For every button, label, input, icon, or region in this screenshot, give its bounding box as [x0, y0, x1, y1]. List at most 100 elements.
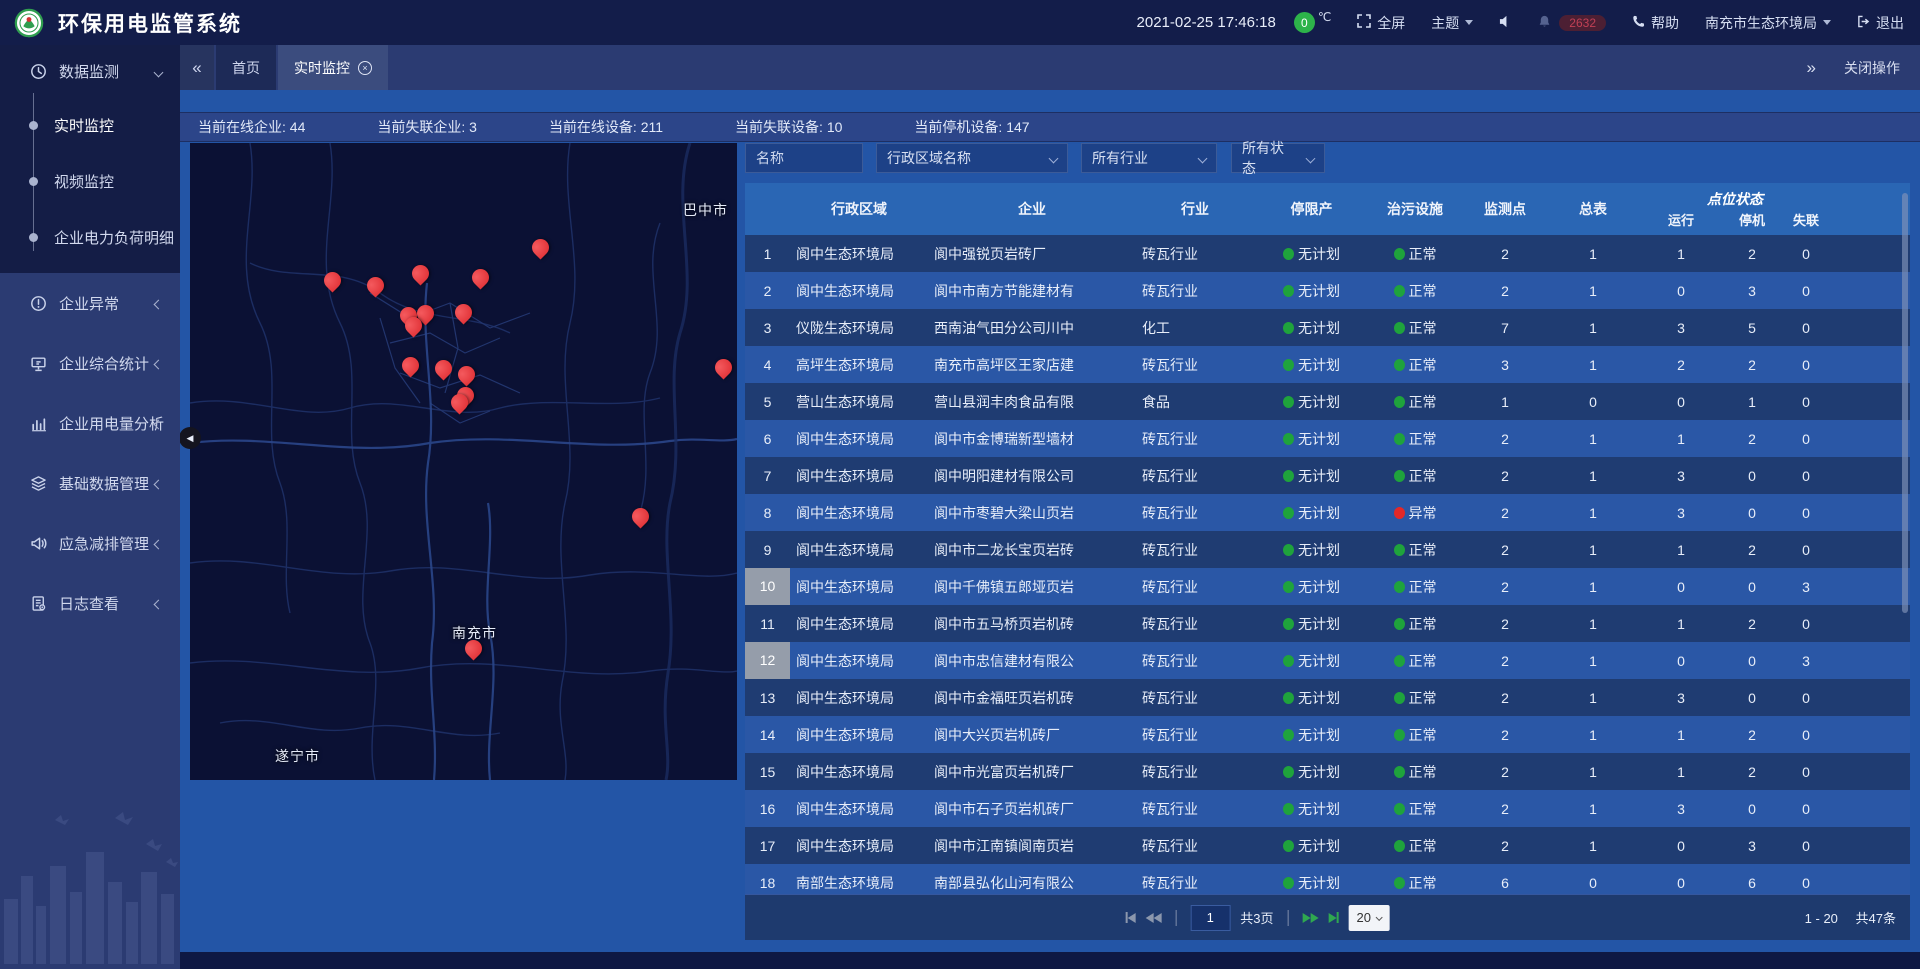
- cell-monitor-points: 2: [1461, 468, 1549, 484]
- pagination-info: 1 - 20 共47条: [1791, 908, 1896, 927]
- cell-running: 0: [1637, 283, 1725, 299]
- col-group-point-status: 点位状态: [1637, 189, 1833, 209]
- cell-company: 阆中千佛镇五郎垭页岩: [928, 577, 1136, 597]
- table-row[interactable]: 12 阆中生态环境局 阆中市忠信建材有限公 砖瓦行业 无计划 正常 2 1 0 …: [745, 642, 1910, 679]
- cell-row-number: 11: [745, 616, 790, 632]
- chevron-down-icon: [1823, 20, 1831, 25]
- table-row[interactable]: 18 南部生态环境局 南部县弘化山河有限公 砖瓦行业 无计划 正常 6 0 0 …: [745, 864, 1910, 894]
- cell-running: 0: [1637, 653, 1725, 669]
- pagination-last-button[interactable]: [1328, 912, 1338, 923]
- org-dropdown[interactable]: 南充市生态环境局: [1705, 13, 1831, 33]
- sidebar-item-base-data[interactable]: 基础数据管理: [0, 453, 180, 513]
- table-row[interactable]: 6 阆中生态环境局 阆中市金博瑞新型墙材 砖瓦行业 无计划 正常 2 1 1 2…: [745, 420, 1910, 457]
- sidebar-item-enterprise-stats[interactable]: 企业综合统计: [0, 333, 180, 393]
- cell-stopped: 2: [1725, 357, 1779, 373]
- cell-facility-status: 正常: [1369, 244, 1461, 264]
- cell-stop-status: 无计划: [1254, 244, 1369, 264]
- cell-running: 3: [1637, 468, 1725, 484]
- table-row[interactable]: 14 阆中生态环境局 阆中大兴页岩机砖厂 砖瓦行业 无计划 正常 2 1 1 2…: [745, 716, 1910, 753]
- sidebar-item-power-usage-analysis[interactable]: 企业用电量分析: [0, 393, 180, 453]
- cell-stopped: 0: [1725, 579, 1779, 595]
- cell-stopped: 3: [1725, 283, 1779, 299]
- sidebar-item-data-monitor[interactable]: 数据监测: [0, 45, 180, 97]
- notification-button[interactable]: 2632: [1538, 15, 1606, 31]
- sidebar-item-emergency-reduction[interactable]: 应急减排管理: [0, 513, 180, 573]
- table-row[interactable]: 16 阆中生态环境局 阆中市石子页岩机砖厂 砖瓦行业 无计划 正常 2 1 3 …: [745, 790, 1910, 827]
- sidebar-subitem-power-load-detail[interactable]: 企业电力负荷明细: [0, 209, 180, 265]
- sidebar-subitem-video-monitor[interactable]: 视频监控: [0, 153, 180, 209]
- fullscreen-button[interactable]: 全屏: [1357, 13, 1405, 33]
- cell-region: 阆中生态环境局: [790, 466, 928, 486]
- logout-button[interactable]: 退出: [1857, 13, 1904, 33]
- tabs-scroll-left-button[interactable]: «: [180, 45, 214, 90]
- table-row[interactable]: 5 营山生态环境局 营山县润丰肉食品有限 食品 无计划 正常 1 0 0 1 0: [745, 383, 1910, 420]
- cell-region: 阆中生态环境局: [790, 281, 928, 301]
- green-dot-icon: [1394, 359, 1405, 371]
- pagination-first-button[interactable]: [1125, 912, 1135, 923]
- cell-region: 阆中生态环境局: [790, 244, 928, 264]
- pagination-next-button[interactable]: [1302, 913, 1318, 923]
- col-meters: 总表: [1549, 199, 1637, 219]
- table-row[interactable]: 8 阆中生态环境局 阆中市枣碧大梁山页岩 砖瓦行业 无计划 异常 2 1 3 0…: [745, 494, 1910, 531]
- mute-button[interactable]: [1499, 15, 1512, 31]
- table-row[interactable]: 17 阆中生态环境局 阆中市江南镇阆南页岩 砖瓦行业 无计划 正常 2 1 0 …: [745, 827, 1910, 864]
- cell-industry: 砖瓦行业: [1136, 503, 1254, 523]
- map-collapse-button[interactable]: ◀: [179, 427, 201, 449]
- cell-running: 0: [1637, 875, 1725, 891]
- cell-row-number: 6: [745, 431, 790, 447]
- pagination-prev-button[interactable]: [1145, 913, 1161, 923]
- header-controls: 2021-02-25 17:46:18 0 ℃ 全屏 主题: [1111, 12, 1920, 33]
- table-row[interactable]: 13 阆中生态环境局 阆中市金福旺页岩机砖 砖瓦行业 无计划 正常 2 1 3 …: [745, 679, 1910, 716]
- cell-running: 0: [1637, 838, 1725, 854]
- region-filter-select[interactable]: 行政区域名称: [876, 143, 1068, 173]
- tab-label: 首页: [232, 58, 260, 78]
- cell-total-meters: 1: [1549, 468, 1637, 484]
- tab-home[interactable]: 首页: [216, 45, 276, 90]
- name-filter-input[interactable]: [745, 143, 863, 173]
- cell-region: 阆中生态环境局: [790, 836, 928, 856]
- cell-industry: 砖瓦行业: [1136, 836, 1254, 856]
- page-size-select[interactable]: 20: [1348, 905, 1389, 931]
- table-scrollbar[interactable]: [1902, 193, 1908, 613]
- table-row[interactable]: 4 高坪生态环境局 南充市高坪区王家店建 砖瓦行业 无计划 正常 3 1 2 2…: [745, 346, 1910, 383]
- chevron-left-icon: [155, 595, 162, 612]
- table-row[interactable]: 10 阆中生态环境局 阆中千佛镇五郎垭页岩 砖瓦行业 无计划 正常 2 1 0 …: [745, 568, 1910, 605]
- cell-monitor-points: 6: [1461, 875, 1549, 891]
- city-label: 巴中市: [683, 200, 728, 220]
- sidebar-item-enterprise-abnormal[interactable]: 企业异常: [0, 273, 180, 333]
- cell-lost: 3: [1779, 653, 1833, 669]
- cell-facility-status: 正常: [1369, 355, 1461, 375]
- tab-realtime-monitor[interactable]: 实时监控 ×: [278, 45, 388, 90]
- sidebar-subitem-realtime-monitor[interactable]: 实时监控: [0, 97, 180, 153]
- cell-industry: 食品: [1136, 392, 1254, 412]
- tab-close-icon[interactable]: ×: [358, 61, 372, 75]
- sidebar-item-label: 数据监测: [59, 61, 119, 82]
- sidebar-item-log-view[interactable]: 日志查看: [0, 573, 180, 633]
- cell-running: 3: [1637, 690, 1725, 706]
- table-row[interactable]: 9 阆中生态环境局 阆中市二龙长宝页岩砖 砖瓦行业 无计划 正常 2 1 1 2…: [745, 531, 1910, 568]
- theme-dropdown[interactable]: 主题: [1431, 13, 1473, 33]
- col-run: 运行: [1637, 210, 1725, 235]
- cell-total-meters: 1: [1549, 801, 1637, 817]
- table-row[interactable]: 2 阆中生态环境局 阆中市南方节能建材有 砖瓦行业 无计划 正常 2 1 0 3…: [745, 272, 1910, 309]
- cell-stop-status: 无计划: [1254, 577, 1369, 597]
- sidebar-item-label: 日志查看: [59, 593, 119, 614]
- cell-total-meters: 1: [1549, 838, 1637, 854]
- close-actions-button[interactable]: 关闭操作: [1844, 58, 1900, 78]
- map-panel[interactable]: 巴中市南充市遂宁市: [190, 143, 737, 780]
- sidebar: 数据监测 实时监控 视频监控 企业电力负荷明细 企业异常 企业综合统计 企业用电…: [0, 45, 180, 969]
- table-row[interactable]: 15 阆中生态环境局 阆中市光富页岩机砖厂 砖瓦行业 无计划 正常 2 1 1 …: [745, 753, 1910, 790]
- table-row[interactable]: 7 阆中生态环境局 阆中明阳建材有限公司 砖瓦行业 无计划 正常 2 1 3 0…: [745, 457, 1910, 494]
- chevron-left-icon: [155, 295, 162, 312]
- table-row[interactable]: 1 阆中生态环境局 阆中强锐页岩砖厂 砖瓦行业 无计划 正常 2 1 1 2 0: [745, 235, 1910, 272]
- table-row[interactable]: 3 仪陇生态环境局 西南油气田分公司川中 化工 无计划 正常 7 1 3 5 0: [745, 309, 1910, 346]
- industry-filter-select[interactable]: 所有行业: [1081, 143, 1217, 173]
- help-button[interactable]: 帮助: [1632, 13, 1679, 33]
- page-number-input[interactable]: [1190, 905, 1230, 931]
- temperature-badge: 0 ℃: [1294, 12, 1331, 33]
- table-row[interactable]: 11 阆中生态环境局 阆中市五马桥页岩机砖 砖瓦行业 无计划 正常 2 1 1 …: [745, 605, 1910, 642]
- status-filter-select[interactable]: 所有状态: [1231, 143, 1325, 173]
- cell-lost: 0: [1779, 838, 1833, 854]
- tabs-scroll-right-button[interactable]: »: [1807, 58, 1816, 78]
- gauge-icon: [28, 63, 48, 80]
